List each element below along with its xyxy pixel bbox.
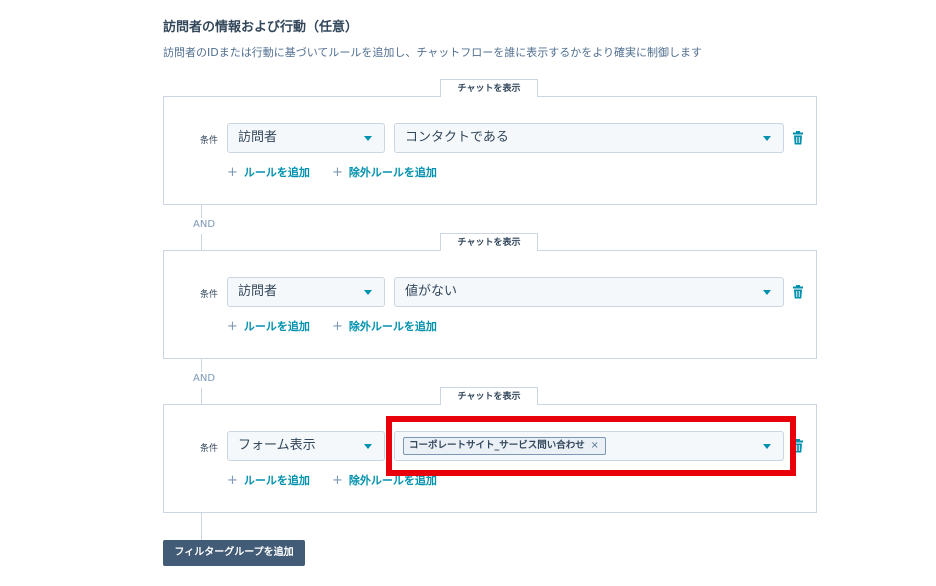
chevron-down-icon (364, 136, 372, 141)
show-chat-tab: チャットを表示 (440, 79, 538, 97)
plus-icon: + (332, 319, 343, 334)
show-chat-tab: チャットを表示 (440, 387, 538, 405)
add-exclusion-rule-label: 除外ルールを追加 (348, 166, 437, 179)
add-rule-link[interactable]: + ルールを追加 (227, 472, 310, 488)
plus-icon: + (227, 165, 238, 180)
connector-line (201, 358, 202, 372)
chevron-down-icon (364, 290, 372, 295)
property-select-value: 訪問者 (238, 284, 278, 299)
property-select-value: 訪問者 (238, 130, 278, 145)
filter-group-1: 条件 訪問者 コンタクトである + ルールを追加 + 除外ルールを追加 (163, 96, 817, 205)
plus-icon: + (227, 319, 238, 334)
property-select[interactable]: フォーム表示 (227, 431, 385, 461)
plus-icon: + (332, 165, 343, 180)
operator-select[interactable]: 値がない (394, 277, 784, 307)
plus-icon: + (227, 473, 238, 488)
connector-line (201, 512, 202, 540)
trash-icon[interactable] (792, 285, 804, 299)
filter-group-2: 条件 訪問者 値がない + ルールを追加 + 除外ルールを追加 (163, 250, 817, 359)
add-rule-link[interactable]: + ルールを追加 (227, 318, 310, 334)
add-rule-label: ルールを追加 (243, 320, 310, 333)
connector-line (201, 388, 202, 404)
operator-select-value: コンタクトである (405, 130, 509, 145)
operator-select-value: 値がない (405, 284, 458, 299)
add-exclusion-rule-label: 除外ルールを追加 (348, 320, 437, 333)
property-select[interactable]: 訪問者 (227, 123, 385, 153)
condition-label: 条件 (200, 290, 219, 300)
add-exclusion-rule-link[interactable]: + 除外ルールを追加 (332, 164, 437, 180)
condition-label: 条件 (200, 136, 219, 146)
add-rule-label: ルールを追加 (243, 166, 310, 179)
chevron-down-icon (763, 290, 771, 295)
connector-line (201, 234, 202, 250)
chevron-down-icon (364, 444, 372, 449)
connector-line (201, 204, 202, 218)
highlight-box (386, 416, 796, 476)
show-chat-tab: チャットを表示 (440, 233, 538, 251)
chevron-down-icon (763, 136, 771, 141)
and-label: AND (193, 219, 216, 230)
section-title: 訪問者の情報および行動（任意） (163, 20, 359, 35)
add-rule-link[interactable]: + ルールを追加 (227, 164, 310, 180)
condition-label: 条件 (200, 444, 219, 454)
operator-select[interactable]: コンタクトである (394, 123, 784, 153)
trash-icon[interactable] (792, 131, 804, 145)
plus-icon: + (332, 473, 343, 488)
section-description: 訪問者のIDまたは行動に基づいてルールを追加し、チャットフローを誰に表示するかを… (163, 46, 703, 59)
property-select[interactable]: 訪問者 (227, 277, 385, 307)
add-filter-group-button[interactable]: フィルターグループを追加 (163, 540, 305, 566)
property-select-value: フォーム表示 (238, 438, 316, 453)
add-rule-label: ルールを追加 (243, 474, 310, 487)
and-label: AND (193, 373, 216, 384)
add-exclusion-rule-link[interactable]: + 除外ルールを追加 (332, 318, 437, 334)
